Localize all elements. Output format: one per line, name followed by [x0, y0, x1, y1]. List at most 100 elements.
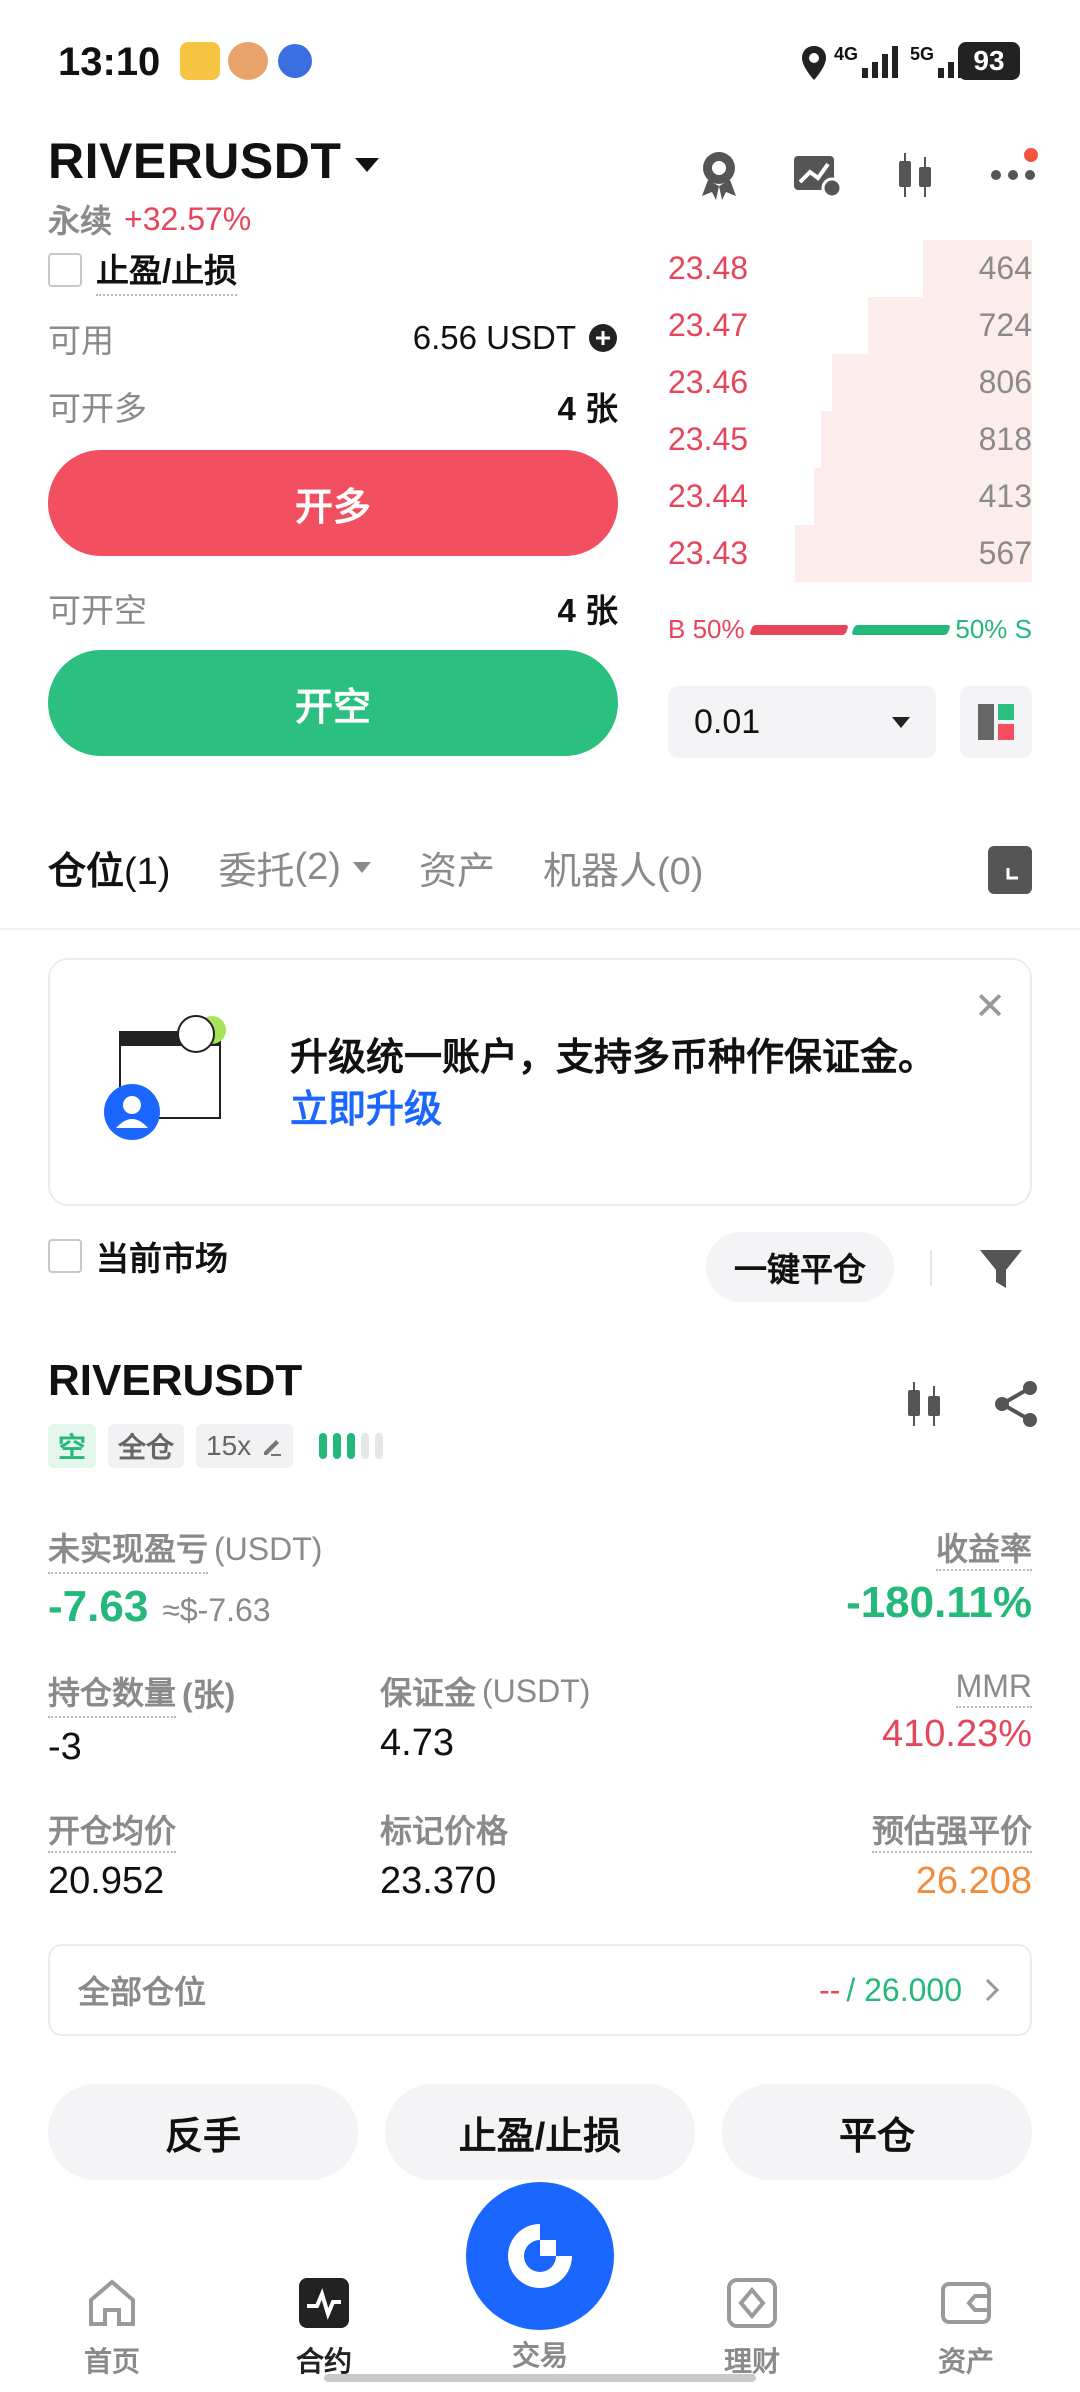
filter-icon[interactable]	[976, 1244, 1026, 1299]
chevron-down-icon	[355, 157, 380, 172]
share-icon[interactable]	[992, 1380, 1040, 1428]
reverse-button[interactable]: 反手	[48, 2084, 358, 2180]
contract-type: 永续	[48, 203, 113, 239]
mark-price-value: 23.370	[380, 1860, 497, 1902]
nav-trade[interactable]: 交易	[470, 2334, 610, 2374]
tpsl-label: 止盈/止损	[96, 244, 238, 296]
available-value: 6.56 USDT	[412, 319, 576, 356]
ask-row[interactable]: 23.44 413	[668, 468, 1032, 525]
entry-price-block: 开仓均价 20.952	[48, 1806, 177, 1903]
contract-subtitle: 永续 +32.57%	[48, 196, 251, 242]
can-open-long-row: 可开多 4 张	[48, 382, 618, 430]
all-positions-label: 全部仓位	[78, 1974, 207, 2010]
margin-mode-tag: 全仓	[108, 1424, 185, 1468]
tab-assets[interactable]: 资产	[419, 840, 495, 895]
precision-select[interactable]: 0.01	[668, 686, 936, 758]
close-position-button[interactable]: 平仓	[722, 2084, 1032, 2180]
price-change: +32.57%	[124, 200, 252, 237]
roe-value: -180.11%	[846, 1578, 1032, 1627]
notification-dot	[1024, 148, 1038, 162]
unrealized-pnl-usd: ≈$-7.63	[162, 1592, 271, 1628]
ask-row[interactable]: 23.48 464	[668, 240, 1032, 297]
ask-row[interactable]: 23.45 818	[668, 411, 1032, 468]
margin-value: 4.73	[380, 1722, 454, 1764]
close-icon[interactable]: ✕	[974, 984, 1006, 1029]
earn-icon	[727, 2278, 777, 2328]
badge-icon[interactable]	[692, 148, 746, 202]
ask-qty: 724	[978, 307, 1032, 343]
roe-label: 收益率	[935, 1531, 1032, 1571]
history-icon[interactable]	[988, 846, 1032, 894]
signal-4g-icon: 4G	[834, 44, 904, 78]
margin-block: 保证金 (USDT) 4.73	[380, 1668, 590, 1765]
sell-ratio: 50% S	[955, 614, 1032, 644]
margin-label: 保证金	[380, 1675, 477, 1711]
mark-price-label: 标记价格	[380, 1813, 509, 1849]
chart-settings-icon[interactable]	[790, 148, 844, 202]
ask-qty: 413	[978, 478, 1032, 514]
available-row: 可用 6.56 USDT	[48, 314, 618, 362]
orderbook-layout-button[interactable]	[960, 686, 1032, 758]
current-market-checkbox[interactable]	[48, 1239, 82, 1273]
liq-price-value: 26.208	[915, 1860, 1032, 1902]
buy-sell-ratio: B 50% 50% S	[668, 614, 1032, 645]
chevron-down-icon	[352, 862, 371, 873]
tpsl-toggle[interactable]: 止盈/止损	[48, 244, 238, 296]
nav-home[interactable]: 首页	[42, 2276, 182, 2380]
ask-row[interactable]: 23.46 806	[668, 354, 1032, 411]
ask-qty: 818	[978, 421, 1032, 457]
tab-bots[interactable]: 机器人(0)	[543, 840, 703, 895]
candlestick-icon[interactable]	[888, 148, 942, 202]
tab-orders[interactable]: 委托 (2)	[218, 840, 371, 895]
symbol-selector[interactable]: RIVERUSDT	[48, 132, 380, 190]
liq-price-block: 预估强平价 26.208	[871, 1806, 1032, 1903]
home-icon	[89, 2279, 135, 2326]
order-book: 23.48 464 23.47 724 23.46 806 23.45 818 23.44 413…	[668, 240, 1032, 582]
nav-futures[interactable]: 合约	[254, 2276, 394, 2380]
tab-positions[interactable]: 仓位(1)	[48, 840, 170, 895]
open-long-button[interactable]: 开多	[48, 450, 618, 556]
upgrade-link[interactable]: 立即升级	[290, 1089, 442, 1131]
size-label: 持仓数量	[48, 1668, 177, 1718]
layout-icon	[978, 704, 1014, 740]
more-icon[interactable]	[986, 148, 1040, 202]
position-symbol: RIVERUSDT	[48, 1356, 303, 1405]
trade-button[interactable]	[466, 2182, 614, 2330]
status-bar: 13:10 4G 5G 93	[0, 0, 1080, 130]
tpsl-button[interactable]: 止盈/止损	[385, 2084, 695, 2180]
unrealized-pnl-block: 未实现盈亏 (USDT) -7.63 ≈$-7.63	[48, 1524, 322, 1632]
leverage-tag[interactable]: 15x	[196, 1424, 294, 1468]
futures-icon	[299, 2278, 349, 2328]
nav-earn[interactable]: 理财	[682, 2276, 822, 2380]
current-market-filter[interactable]: 当前市场	[48, 1232, 228, 1280]
nav-assets[interactable]: 资产	[896, 2276, 1036, 2380]
chevron-right-icon	[985, 1978, 1000, 2002]
all-positions-dash: --	[819, 1971, 841, 2008]
header-toolbar	[692, 148, 1040, 202]
location-icon	[798, 44, 830, 87]
adl-indicator	[319, 1433, 384, 1459]
ask-price: 23.45	[668, 421, 749, 457]
ask-qty: 567	[978, 535, 1032, 571]
tabs-divider	[0, 928, 1080, 930]
ask-row[interactable]: 23.43 567	[668, 525, 1032, 582]
divider	[930, 1250, 932, 1286]
close-all-button[interactable]: 一键平仓	[706, 1232, 894, 1302]
wallet-icon	[941, 2282, 991, 2324]
ask-qty: 806	[978, 364, 1032, 400]
unified-account-icon	[104, 1015, 226, 1140]
all-positions-row[interactable]: 全部仓位 -- / 26.000	[48, 1944, 1032, 2036]
size-block: 持仓数量 (张) -3	[48, 1668, 235, 1769]
mmr-block: MMR 410.23%	[882, 1668, 1032, 1756]
candlestick-icon[interactable]	[902, 1380, 946, 1428]
tpsl-checkbox[interactable]	[48, 253, 82, 287]
ask-row[interactable]: 23.47 724	[668, 297, 1032, 354]
sell-ratio-bar	[851, 624, 952, 635]
size-value: -3	[48, 1726, 82, 1768]
add-funds-icon[interactable]	[588, 323, 618, 353]
available-label: 可用	[48, 322, 114, 359]
ask-price: 23.43	[668, 535, 749, 571]
upgrade-banner[interactable]: 升级统一账户，支持多币种作保证金。立即升级 ✕	[48, 958, 1032, 1206]
notification-icon	[180, 42, 220, 80]
open-short-button[interactable]: 开空	[48, 650, 618, 756]
